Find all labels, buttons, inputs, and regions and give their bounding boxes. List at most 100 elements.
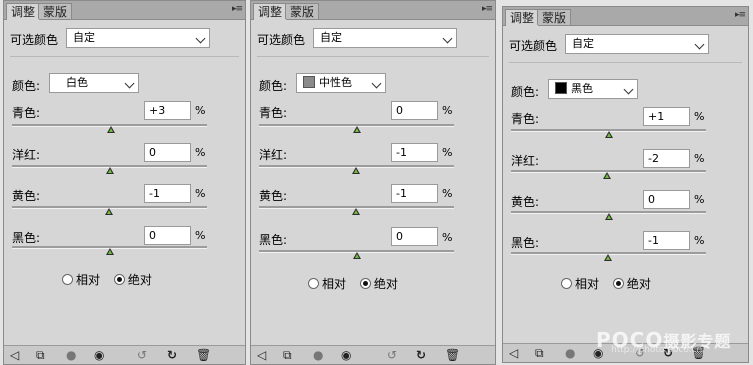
reset-icon[interactable]: ↻ bbox=[416, 348, 426, 362]
trash-icon[interactable]: 🗑 bbox=[196, 348, 211, 362]
absolute-option[interactable]: 绝对 bbox=[113, 271, 152, 288]
chevron-down-icon bbox=[442, 33, 453, 44]
color-label: 颜色: bbox=[259, 79, 288, 93]
relative-label: 相对 bbox=[76, 273, 101, 287]
panel-menu-icon[interactable]: ▸≡ bbox=[482, 4, 493, 14]
magenta-slider-thumb[interactable] bbox=[106, 167, 114, 174]
color-label: 颜色: bbox=[511, 85, 540, 99]
percent-sign: % bbox=[442, 187, 453, 200]
preset-dropdown[interactable]: 自定 bbox=[565, 34, 709, 54]
yellow-input[interactable]: -1 bbox=[391, 184, 438, 203]
back-arrow-icon[interactable]: ◁ bbox=[257, 348, 266, 362]
divider bbox=[257, 56, 489, 57]
back-arrow-icon[interactable]: ◁ bbox=[10, 348, 19, 362]
absolute-label: 绝对 bbox=[626, 277, 651, 291]
absolute-option[interactable]: 绝对 bbox=[359, 275, 398, 292]
percent-sign: % bbox=[442, 231, 453, 244]
cyan-input[interactable]: 0 bbox=[391, 101, 438, 120]
black-label: 黑色: bbox=[511, 236, 540, 250]
black-input[interactable]: 0 bbox=[144, 226, 191, 245]
chevron-down-icon bbox=[623, 84, 634, 95]
magenta-label: 洋红: bbox=[12, 148, 41, 162]
tab-adjustments[interactable]: 调整 bbox=[6, 3, 41, 20]
divider bbox=[509, 62, 742, 63]
panel-menu-icon[interactable]: ▸≡ bbox=[735, 10, 746, 20]
magenta-input[interactable]: 0 bbox=[144, 143, 191, 162]
absolute-radio[interactable] bbox=[612, 278, 624, 289]
color-dropdown[interactable]: 中性色 bbox=[296, 73, 386, 93]
relative-option[interactable]: 相对 bbox=[308, 275, 346, 292]
percent-sign: % bbox=[694, 152, 705, 165]
previous-state-icon[interactable]: ↺ bbox=[387, 348, 397, 362]
color-dropdown[interactable]: 黑色 bbox=[548, 79, 638, 99]
panel-menu-icon[interactable]: ▸≡ bbox=[232, 4, 243, 14]
clip-icon[interactable]: ● bbox=[565, 346, 575, 360]
relative-option[interactable]: 相对 bbox=[62, 271, 100, 288]
yellow-label: 黄色: bbox=[511, 195, 540, 209]
cyan-slider-thumb[interactable] bbox=[353, 126, 361, 133]
chevron-down-icon bbox=[195, 33, 206, 44]
trash-icon[interactable]: 🗑 bbox=[445, 348, 460, 362]
yellow-slider-thumb[interactable] bbox=[105, 208, 113, 215]
tab-masks[interactable]: 蒙版 bbox=[38, 3, 73, 19]
black-slider-thumb[interactable] bbox=[353, 252, 361, 259]
panel-footer: ◁ ⧉ ● ◉ ↺ ↻ 🗑 bbox=[4, 345, 245, 364]
color-dropdown[interactable]: 白色 bbox=[49, 73, 139, 93]
cyan-slider-thumb[interactable] bbox=[107, 126, 115, 133]
tab-adjustments[interactable]: 调整 bbox=[253, 3, 288, 20]
black-input[interactable]: 0 bbox=[391, 227, 438, 246]
preset-dropdown[interactable]: 自定 bbox=[313, 28, 457, 48]
absolute-radio[interactable] bbox=[359, 278, 371, 289]
reset-icon[interactable]: ↻ bbox=[167, 348, 177, 362]
relative-radio[interactable] bbox=[62, 274, 73, 285]
chevron-down-icon bbox=[124, 78, 135, 89]
fit-layer-icon[interactable]: ⧉ bbox=[535, 346, 544, 360]
back-arrow-icon[interactable]: ◁ bbox=[509, 346, 518, 360]
divider bbox=[10, 56, 239, 57]
method-radio-group: 相对 绝对 bbox=[561, 275, 661, 292]
color-swatch bbox=[303, 76, 315, 88]
cyan-input[interactable]: +1 bbox=[643, 107, 690, 126]
yellow-label: 黄色: bbox=[259, 189, 288, 203]
magenta-input[interactable]: -2 bbox=[643, 149, 690, 168]
magenta-slider-thumb[interactable] bbox=[603, 172, 611, 179]
percent-sign: % bbox=[442, 146, 453, 159]
eye-icon[interactable]: ◉ bbox=[341, 348, 351, 362]
yellow-slider-thumb[interactable] bbox=[352, 208, 360, 215]
fit-layer-icon[interactable]: ⧉ bbox=[36, 348, 45, 362]
absolute-radio[interactable] bbox=[113, 274, 125, 285]
yellow-input[interactable]: -1 bbox=[144, 184, 191, 203]
magenta-label: 洋红: bbox=[259, 148, 288, 162]
relative-radio[interactable] bbox=[561, 278, 572, 289]
relative-label: 相对 bbox=[322, 277, 347, 291]
percent-sign: % bbox=[195, 104, 206, 117]
black-input[interactable]: -1 bbox=[643, 231, 690, 250]
clip-icon[interactable]: ● bbox=[313, 348, 323, 362]
fit-layer-icon[interactable]: ⧉ bbox=[283, 348, 292, 362]
color-dropdown-value: 中性色 bbox=[319, 76, 352, 89]
preset-dropdown[interactable]: 自定 bbox=[66, 28, 210, 48]
yellow-input[interactable]: 0 bbox=[643, 190, 690, 209]
percent-sign: % bbox=[442, 104, 453, 117]
color-dropdown-value: 黑色 bbox=[571, 82, 593, 95]
relative-radio[interactable] bbox=[308, 278, 319, 289]
tab-adjustments[interactable]: 调整 bbox=[505, 9, 540, 26]
black-label: 黑色: bbox=[12, 231, 41, 245]
percent-sign: % bbox=[694, 193, 705, 206]
tab-masks[interactable]: 蒙版 bbox=[537, 9, 572, 25]
yellow-slider-thumb[interactable] bbox=[605, 213, 613, 220]
eye-icon[interactable]: ◉ bbox=[94, 348, 104, 362]
panel-footer: ◁ ⧉ ● ◉ ↺ ↻ 🗑 bbox=[251, 345, 495, 364]
previous-state-icon[interactable]: ↺ bbox=[137, 348, 147, 362]
relative-option[interactable]: 相对 bbox=[561, 275, 599, 292]
cyan-slider-thumb[interactable] bbox=[605, 131, 613, 138]
adjustment-title: 可选颜色 bbox=[509, 39, 558, 53]
magenta-input[interactable]: -1 bbox=[391, 143, 438, 162]
tab-masks[interactable]: 蒙版 bbox=[285, 3, 320, 19]
cyan-input[interactable]: +3 bbox=[144, 101, 191, 120]
black-slider-thumb[interactable] bbox=[604, 254, 612, 261]
clip-icon[interactable]: ● bbox=[66, 348, 76, 362]
magenta-slider-thumb[interactable] bbox=[352, 167, 360, 174]
black-slider-thumb[interactable] bbox=[106, 248, 114, 255]
absolute-option[interactable]: 绝对 bbox=[612, 275, 651, 292]
